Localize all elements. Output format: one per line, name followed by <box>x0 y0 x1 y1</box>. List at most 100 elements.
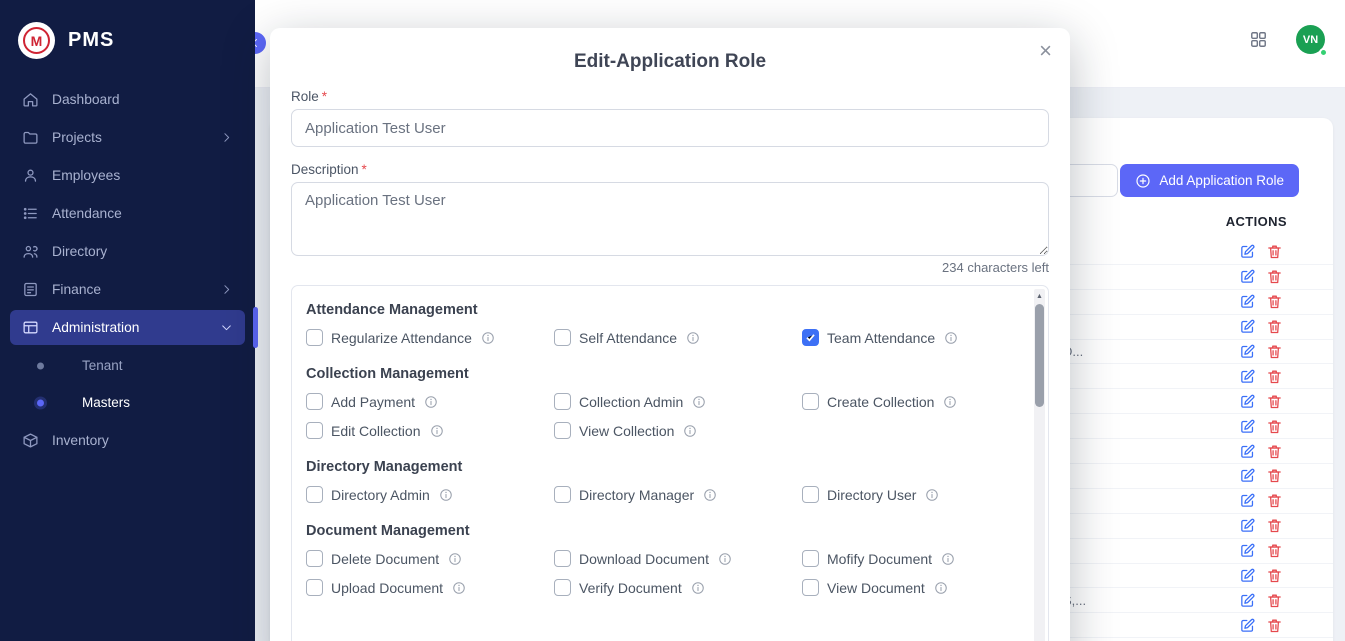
permission-item-edit-collection[interactable]: Edit Collection <box>306 416 554 445</box>
checkbox[interactable] <box>554 550 571 567</box>
edit-icon[interactable] <box>1239 443 1256 460</box>
close-icon[interactable]: × <box>1039 40 1052 62</box>
trash-icon[interactable] <box>1266 268 1283 285</box>
info-icon[interactable] <box>941 552 955 566</box>
trash-icon[interactable] <box>1266 368 1283 385</box>
permission-item-view-collection[interactable]: View Collection <box>554 416 802 445</box>
permission-item-regularize-attendance[interactable]: Regularize Attendance <box>306 323 554 352</box>
info-icon[interactable] <box>452 581 466 595</box>
edit-icon[interactable] <box>1239 268 1256 285</box>
checkbox[interactable] <box>306 393 323 410</box>
permission-item-self-attendance[interactable]: Self Attendance <box>554 323 802 352</box>
permission-item-verify-document[interactable]: Verify Document <box>554 573 802 602</box>
edit-icon[interactable] <box>1239 418 1256 435</box>
scroll-up-icon[interactable]: ▲ <box>1034 290 1045 302</box>
sidebar-item-dashboard[interactable]: Dashboard <box>10 82 245 117</box>
description-textarea[interactable]: Application Test User <box>291 182 1049 256</box>
trash-icon[interactable] <box>1266 343 1283 360</box>
sidebar-subitem-tenant[interactable]: Tenant <box>10 348 245 383</box>
trash-icon[interactable] <box>1266 467 1283 484</box>
info-icon[interactable] <box>686 331 700 345</box>
permission-item-collection-admin[interactable]: Collection Admin <box>554 387 802 416</box>
checkbox[interactable] <box>802 393 819 410</box>
trash-icon[interactable] <box>1266 542 1283 559</box>
add-application-role-button[interactable]: Add Application Role <box>1120 164 1299 197</box>
edit-icon[interactable] <box>1239 243 1256 260</box>
sidebar-item-administration[interactable]: Administration <box>10 310 245 345</box>
info-icon[interactable] <box>925 488 939 502</box>
info-icon[interactable] <box>481 331 495 345</box>
trash-icon[interactable] <box>1266 617 1283 634</box>
checkbox[interactable] <box>554 393 571 410</box>
sidebar-item-projects[interactable]: Projects <box>10 120 245 155</box>
permission-item-add-payment[interactable]: Add Payment <box>306 387 554 416</box>
trash-icon[interactable] <box>1266 293 1283 310</box>
user-avatar[interactable]: VN <box>1296 25 1325 54</box>
checkbox[interactable] <box>306 486 323 503</box>
trash-icon[interactable] <box>1266 592 1283 609</box>
trash-icon[interactable] <box>1266 243 1283 260</box>
checkbox[interactable] <box>802 579 819 596</box>
checkbox[interactable] <box>306 329 323 346</box>
permission-item-team-attendance[interactable]: Team Attendance <box>802 323 1049 352</box>
info-icon[interactable] <box>703 488 717 502</box>
info-icon[interactable] <box>439 488 453 502</box>
checkbox[interactable] <box>802 550 819 567</box>
checkbox[interactable] <box>306 550 323 567</box>
edit-icon[interactable] <box>1239 592 1256 609</box>
sidebar-item-finance[interactable]: Finance <box>10 272 245 307</box>
edit-icon[interactable] <box>1239 517 1256 534</box>
info-icon[interactable] <box>944 331 958 345</box>
edit-icon[interactable] <box>1239 617 1256 634</box>
edit-icon[interactable] <box>1239 343 1256 360</box>
permission-item-upload-document[interactable]: Upload Document <box>306 573 554 602</box>
trash-icon[interactable] <box>1266 443 1283 460</box>
info-icon[interactable] <box>424 395 438 409</box>
info-icon[interactable] <box>692 395 706 409</box>
info-icon[interactable] <box>943 395 957 409</box>
checkbox[interactable] <box>802 486 819 503</box>
checkbox[interactable] <box>306 579 323 596</box>
apps-grid-icon[interactable] <box>1249 30 1268 49</box>
edit-icon[interactable] <box>1239 467 1256 484</box>
sidebar-item-attendance[interactable]: Attendance <box>10 196 245 231</box>
checkbox-checked[interactable] <box>802 329 819 346</box>
checkbox[interactable] <box>554 422 571 439</box>
info-icon[interactable] <box>718 552 732 566</box>
permission-item-create-collection[interactable]: Create Collection <box>802 387 1049 416</box>
checkbox[interactable] <box>554 486 571 503</box>
permission-item-view-document[interactable]: View Document <box>802 573 1049 602</box>
info-icon[interactable] <box>430 424 444 438</box>
sidebar-subitem-masters[interactable]: Masters <box>10 385 245 420</box>
info-icon[interactable] <box>934 581 948 595</box>
trash-icon[interactable] <box>1266 517 1283 534</box>
permission-item-directory-admin[interactable]: Directory Admin <box>306 480 554 509</box>
checkbox[interactable] <box>554 329 571 346</box>
sidebar-item-inventory[interactable]: Inventory <box>10 423 245 458</box>
checkbox[interactable] <box>554 579 571 596</box>
permission-item-delete-document[interactable]: Delete Document <box>306 544 554 573</box>
trash-icon[interactable] <box>1266 492 1283 509</box>
checkbox[interactable] <box>306 422 323 439</box>
permission-item-directory-manager[interactable]: Directory Manager <box>554 480 802 509</box>
edit-icon[interactable] <box>1239 542 1256 559</box>
edit-icon[interactable] <box>1239 492 1256 509</box>
trash-icon[interactable] <box>1266 567 1283 584</box>
info-icon[interactable] <box>683 424 697 438</box>
sidebar-item-directory[interactable]: Directory <box>10 234 245 269</box>
edit-icon[interactable] <box>1239 293 1256 310</box>
trash-icon[interactable] <box>1266 318 1283 335</box>
scrollbar-thumb[interactable] <box>1035 304 1044 407</box>
edit-icon[interactable] <box>1239 567 1256 584</box>
role-input[interactable] <box>291 109 1049 147</box>
info-icon[interactable] <box>448 552 462 566</box>
info-icon[interactable] <box>691 581 705 595</box>
permission-item-mofify-document[interactable]: Mofify Document <box>802 544 1049 573</box>
edit-icon[interactable] <box>1239 368 1256 385</box>
permission-item-download-document[interactable]: Download Document <box>554 544 802 573</box>
trash-icon[interactable] <box>1266 418 1283 435</box>
sidebar-item-employees[interactable]: Employees <box>10 158 245 193</box>
trash-icon[interactable] <box>1266 393 1283 410</box>
permissions-scrollbar[interactable]: ▲ ▼ <box>1034 289 1045 641</box>
edit-icon[interactable] <box>1239 318 1256 335</box>
